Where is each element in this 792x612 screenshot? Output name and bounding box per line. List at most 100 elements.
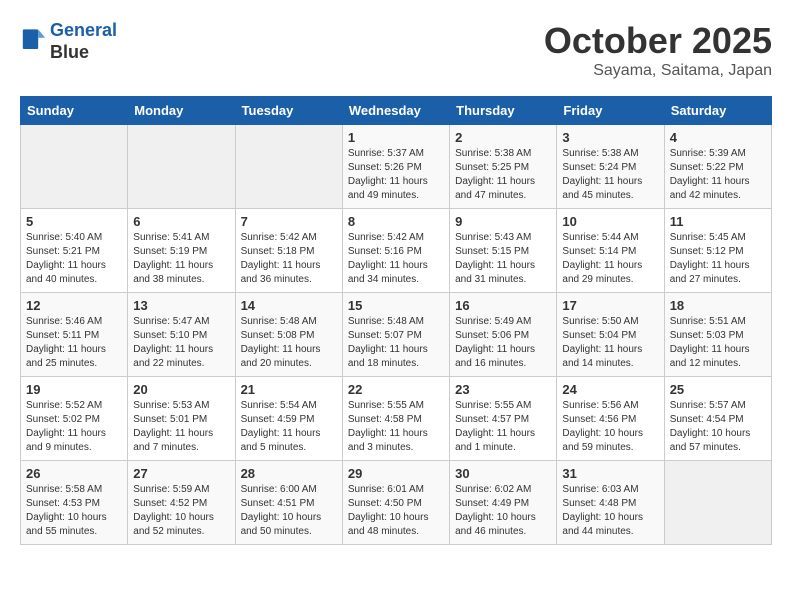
weekday-header-friday: Friday <box>557 97 664 125</box>
cell-info: Sunrise: 5:39 AMSunset: 5:22 PMDaylight:… <box>670 147 766 203</box>
logo-icon <box>20 28 48 56</box>
week-row-1: 1 Sunrise: 5:37 AMSunset: 5:26 PMDaylight… <box>21 125 772 209</box>
day-number: 20 <box>133 382 229 397</box>
cell-info: Sunrise: 5:44 AMSunset: 5:14 PMDaylight:… <box>562 231 658 287</box>
cell-info: Sunrise: 5:57 AMSunset: 4:54 PMDaylight:… <box>670 399 766 455</box>
logo-line1: General <box>50 20 117 40</box>
calendar-cell: 26 Sunrise: 5:58 AMSunset: 4:53 PMDayligh… <box>21 461 128 545</box>
calendar-cell <box>664 461 771 545</box>
day-number: 26 <box>26 466 122 481</box>
calendar-cell: 24 Sunrise: 5:56 AMSunset: 4:56 PMDayligh… <box>557 377 664 461</box>
day-number: 4 <box>670 130 766 145</box>
calendar-cell: 18Sunrise: 5:51 AMSunset: 5:03 PMDayligh… <box>664 293 771 377</box>
week-row-5: 26 Sunrise: 5:58 AMSunset: 4:53 PMDayligh… <box>21 461 772 545</box>
cell-info: Sunrise: 5:42 AMSunset: 5:18 PMDaylight:… <box>241 231 337 287</box>
calendar-table: SundayMondayTuesdayWednesdayThursdayFrid… <box>20 96 772 545</box>
day-number: 10 <box>562 214 658 229</box>
cell-info: Sunrise: 5:46 AMSunset: 5:11 PMDaylight:… <box>26 315 122 371</box>
calendar-cell: 27 Sunrise: 5:59 AMSunset: 4:52 PMDayligh… <box>128 461 235 545</box>
calendar-cell: 14 Sunrise: 5:48 AMSunset: 5:08 PMDayligh… <box>235 293 342 377</box>
cell-info: Sunrise: 5:42 AMSunset: 5:16 PMDaylight:… <box>348 231 444 287</box>
calendar-cell: 6Sunrise: 5:41 AMSunset: 5:19 PMDaylight… <box>128 209 235 293</box>
calendar-cell: 25 Sunrise: 5:57 AMSunset: 4:54 PMDayligh… <box>664 377 771 461</box>
cell-info: Sunrise: 6:01 AMSunset: 4:50 PMDaylight:… <box>348 483 444 539</box>
day-number: 16 <box>455 298 551 313</box>
day-number: 27 <box>133 466 229 481</box>
day-number: 3 <box>562 130 658 145</box>
calendar-cell: 17 Sunrise: 5:50 AMSunset: 5:04 PMDayligh… <box>557 293 664 377</box>
day-number: 17 <box>562 298 658 313</box>
day-number: 21 <box>241 382 337 397</box>
calendar-cell: 22Sunrise: 5:55 AMSunset: 4:58 PMDayligh… <box>342 377 449 461</box>
calendar-cell: 29 Sunrise: 6:01 AMSunset: 4:50 PMDayligh… <box>342 461 449 545</box>
calendar-cell: 16Sunrise: 5:49 AMSunset: 5:06 PMDayligh… <box>450 293 557 377</box>
day-number: 29 <box>348 466 444 481</box>
day-number: 13 <box>133 298 229 313</box>
weekday-header-monday: Monday <box>128 97 235 125</box>
cell-info: Sunrise: 5:53 AMSunset: 5:01 PMDaylight:… <box>133 399 229 455</box>
cell-info: Sunrise: 5:52 AMSunset: 5:02 PMDaylight:… <box>26 399 122 455</box>
calendar-cell: 1 Sunrise: 5:37 AMSunset: 5:26 PMDaylight… <box>342 125 449 209</box>
day-number: 31 <box>562 466 658 481</box>
weekday-header-wednesday: Wednesday <box>342 97 449 125</box>
logo: General Blue <box>20 20 117 63</box>
cell-info: Sunrise: 5:50 AMSunset: 5:04 PMDaylight:… <box>562 315 658 371</box>
day-number: 25 <box>670 382 766 397</box>
cell-info: Sunrise: 5:54 AMSunset: 4:59 PMDaylight:… <box>241 399 337 455</box>
day-number: 2 <box>455 130 551 145</box>
weekday-header-tuesday: Tuesday <box>235 97 342 125</box>
weekday-header-saturday: Saturday <box>664 97 771 125</box>
cell-info: Sunrise: 5:58 AMSunset: 4:53 PMDaylight:… <box>26 483 122 539</box>
cell-info: Sunrise: 5:48 AMSunset: 5:08 PMDaylight:… <box>241 315 337 371</box>
calendar-cell: 7 Sunrise: 5:42 AMSunset: 5:18 PMDaylight… <box>235 209 342 293</box>
week-row-4: 19Sunrise: 5:52 AMSunset: 5:02 PMDayligh… <box>21 377 772 461</box>
day-number: 23 <box>455 382 551 397</box>
calendar-cell <box>235 125 342 209</box>
day-number: 30 <box>455 466 551 481</box>
cell-info: Sunrise: 5:38 AMSunset: 5:25 PMDaylight:… <box>455 147 551 203</box>
cell-info: Sunrise: 5:48 AMSunset: 5:07 PMDaylight:… <box>348 315 444 371</box>
calendar-cell: 13Sunrise: 5:47 AMSunset: 5:10 PMDayligh… <box>128 293 235 377</box>
page-header: General Blue October 2025 Sayama, Saitam… <box>20 20 772 80</box>
calendar-cell: 4 Sunrise: 5:39 AMSunset: 5:22 PMDaylight… <box>664 125 771 209</box>
cell-info: Sunrise: 5:43 AMSunset: 5:15 PMDaylight:… <box>455 231 551 287</box>
title-block: October 2025 Sayama, Saitama, Japan <box>544 20 772 80</box>
day-number: 5 <box>26 214 122 229</box>
cell-info: Sunrise: 5:56 AMSunset: 4:56 PMDaylight:… <box>562 399 658 455</box>
cell-info: Sunrise: 5:59 AMSunset: 4:52 PMDaylight:… <box>133 483 229 539</box>
day-number: 8 <box>348 214 444 229</box>
calendar-cell: 10 Sunrise: 5:44 AMSunset: 5:14 PMDayligh… <box>557 209 664 293</box>
day-number: 14 <box>241 298 337 313</box>
calendar-cell: 23Sunrise: 5:55 AMSunset: 4:57 PMDayligh… <box>450 377 557 461</box>
day-number: 1 <box>348 130 444 145</box>
weekday-header-sunday: Sunday <box>21 97 128 125</box>
day-number: 24 <box>562 382 658 397</box>
logo-text: General Blue <box>50 20 117 63</box>
calendar-cell: 15 Sunrise: 5:48 AMSunset: 5:07 PMDayligh… <box>342 293 449 377</box>
calendar-cell: 19Sunrise: 5:52 AMSunset: 5:02 PMDayligh… <box>21 377 128 461</box>
day-number: 11 <box>670 214 766 229</box>
cell-info: Sunrise: 5:40 AMSunset: 5:21 PMDaylight:… <box>26 231 122 287</box>
calendar-cell: 5 Sunrise: 5:40 AMSunset: 5:21 PMDaylight… <box>21 209 128 293</box>
day-number: 15 <box>348 298 444 313</box>
logo-line2: Blue <box>50 42 117 64</box>
weekday-header-thursday: Thursday <box>450 97 557 125</box>
cell-info: Sunrise: 6:00 AMSunset: 4:51 PMDaylight:… <box>241 483 337 539</box>
month-title: October 2025 <box>544 20 772 62</box>
calendar-cell: 30Sunrise: 6:02 AMSunset: 4:49 PMDayligh… <box>450 461 557 545</box>
day-number: 12 <box>26 298 122 313</box>
cell-info: Sunrise: 5:38 AMSunset: 5:24 PMDaylight:… <box>562 147 658 203</box>
day-number: 9 <box>455 214 551 229</box>
day-number: 22 <box>348 382 444 397</box>
calendar-cell: 8 Sunrise: 5:42 AMSunset: 5:16 PMDaylight… <box>342 209 449 293</box>
day-number: 7 <box>241 214 337 229</box>
calendar-cell: 21 Sunrise: 5:54 AMSunset: 4:59 PMDayligh… <box>235 377 342 461</box>
day-number: 18 <box>670 298 766 313</box>
cell-info: Sunrise: 5:45 AMSunset: 5:12 PMDaylight:… <box>670 231 766 287</box>
cell-info: Sunrise: 5:37 AMSunset: 5:26 PMDaylight:… <box>348 147 444 203</box>
calendar-cell: 28Sunrise: 6:00 AMSunset: 4:51 PMDayligh… <box>235 461 342 545</box>
calendar-cell: 31Sunrise: 6:03 AMSunset: 4:48 PMDayligh… <box>557 461 664 545</box>
calendar-cell: 12 Sunrise: 5:46 AMSunset: 5:11 PMDayligh… <box>21 293 128 377</box>
calendar-cell: 3 Sunrise: 5:38 AMSunset: 5:24 PMDaylight… <box>557 125 664 209</box>
location: Sayama, Saitama, Japan <box>544 62 772 80</box>
